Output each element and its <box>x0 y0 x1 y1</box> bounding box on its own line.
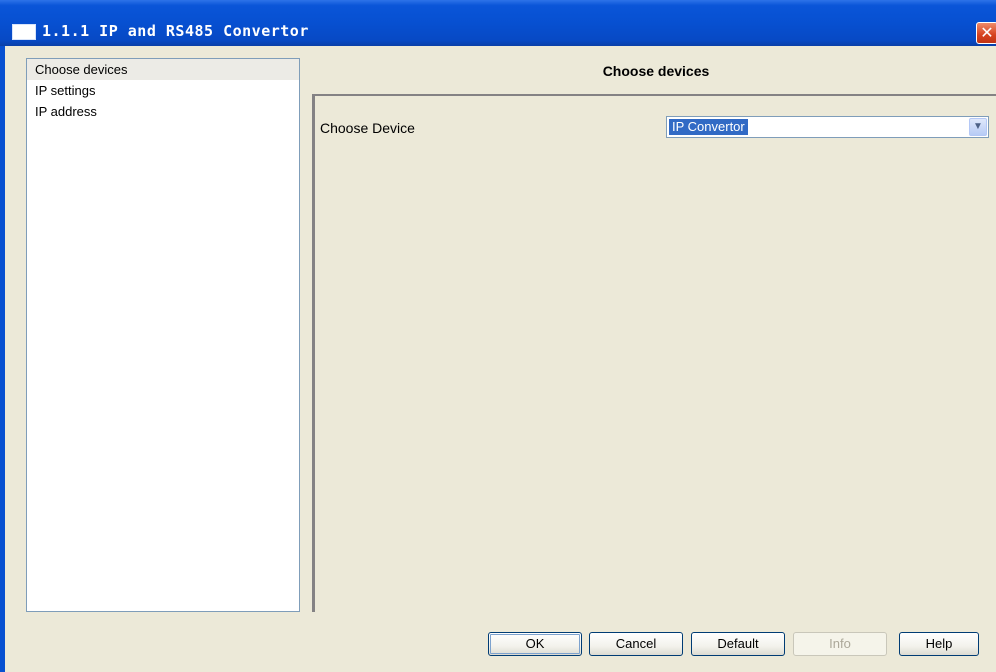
tree-item-choose-devices[interactable]: Choose devices <box>27 59 299 80</box>
close-button[interactable]: ✕ <box>976 22 996 44</box>
close-icon: ✕ <box>980 23 994 42</box>
window-icon <box>12 24 36 40</box>
chevron-down-icon[interactable]: ▼ <box>969 118 987 136</box>
ok-button[interactable]: OK <box>488 632 582 656</box>
tree-item-ip-address[interactable]: IP address <box>27 101 299 122</box>
default-button[interactable]: Default <box>691 632 785 656</box>
window-title: 1.1.1 IP and RS485 Convertor <box>42 22 309 40</box>
panel-title: Choose devices <box>602 63 710 79</box>
info-button[interactable]: Info <box>793 632 887 656</box>
cancel-button[interactable]: Cancel <box>589 632 683 656</box>
help-button[interactable]: Help <box>899 632 979 656</box>
choose-device-label: Choose Device <box>320 120 415 136</box>
navigation-tree: Choose devices IP settings IP address <box>26 58 300 612</box>
title-bar[interactable]: 1.1.1 IP and RS485 Convertor ✕ <box>0 0 996 46</box>
select-value: IP Convertor <box>668 118 749 136</box>
window-frame <box>0 46 5 672</box>
settings-panel <box>312 94 996 612</box>
dialog-window: 1.1.1 IP and RS485 Convertor ✕ Choose de… <box>0 0 996 672</box>
tree-item-ip-settings[interactable]: IP settings <box>27 80 299 101</box>
choose-device-select[interactable]: IP Convertor ▼ <box>666 116 989 138</box>
